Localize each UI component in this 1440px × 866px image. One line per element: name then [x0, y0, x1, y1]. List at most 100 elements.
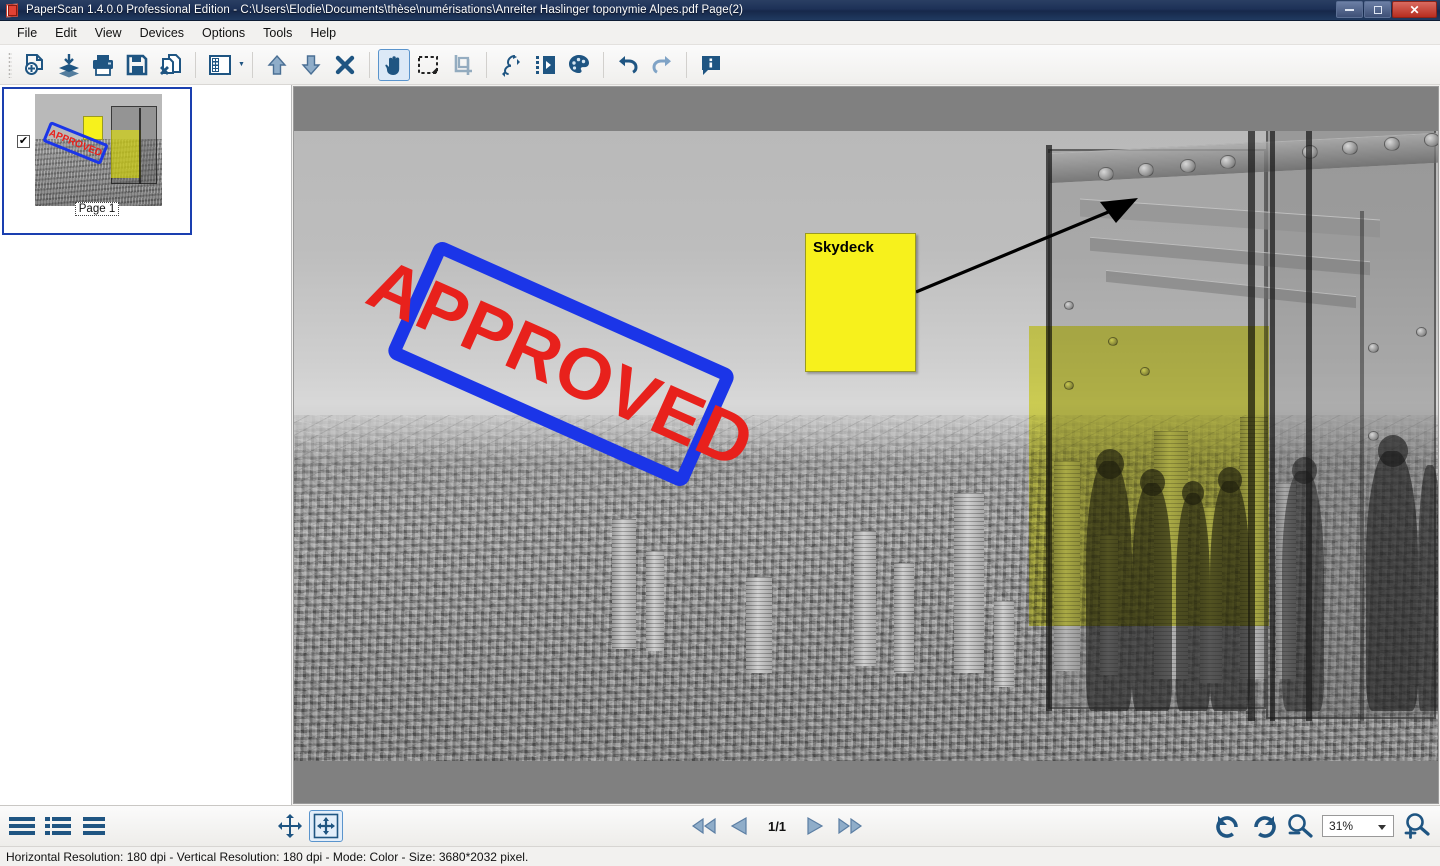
last-page-button[interactable] [833, 810, 867, 842]
bolt [1098, 167, 1114, 181]
page-image[interactable]: Skydeck APPROVED [294, 131, 1438, 761]
menu-help[interactable]: Help [301, 23, 345, 43]
delete-document-button[interactable] [155, 49, 187, 81]
toolbar-separator [251, 51, 253, 78]
arrow-annotation[interactable] [894, 186, 1154, 316]
layout-view-group: ▼ [203, 49, 245, 81]
move-down-button[interactable] [295, 49, 327, 81]
previous-page-icon [730, 816, 747, 836]
save-button[interactable] [121, 49, 153, 81]
undo-icon [618, 55, 638, 74]
print-icon [93, 54, 113, 76]
color-palette-button[interactable] [563, 49, 595, 81]
page-effects-button[interactable] [529, 49, 561, 81]
acquire-new-document-button[interactable] [19, 49, 51, 81]
view-mode-list-button[interactable] [5, 810, 39, 842]
fit-to-window-icon [313, 813, 339, 839]
maximize-icon [1373, 5, 1382, 14]
toolbar-separator [195, 51, 196, 78]
toolbar-grip[interactable] [8, 51, 12, 78]
bolt [1384, 137, 1400, 151]
thumbnail-checkbox[interactable]: ✔ [17, 135, 30, 148]
building [746, 577, 772, 673]
person-silhouette [1282, 471, 1324, 711]
fit-actual-size-button[interactable] [273, 810, 307, 842]
layout-view-button[interactable] [204, 49, 236, 81]
paperscan-app-icon [5, 3, 20, 18]
acquire-new-document-icon [25, 53, 43, 75]
minimize-button[interactable] [1336, 1, 1363, 18]
save-icon [126, 54, 148, 75]
undo-button[interactable] [612, 49, 644, 81]
last-page-icon [838, 817, 863, 835]
check-icon: ✔ [18, 135, 29, 147]
menu-tools[interactable]: Tools [254, 23, 301, 43]
thumbnail-item-page-1[interactable]: APPROVED ✔ Page 1 [2, 87, 192, 235]
rotate-left-button[interactable] [1211, 810, 1245, 842]
mullion [1360, 211, 1364, 721]
move-up-button[interactable] [261, 49, 293, 81]
import-layers-button[interactable] [53, 49, 85, 81]
zoom-controls: 31% [1210, 810, 1440, 842]
bolt [1424, 133, 1438, 147]
move-down-icon [301, 54, 321, 75]
menu-options[interactable]: Options [193, 23, 254, 43]
building [854, 531, 876, 666]
maximize-button[interactable] [1364, 1, 1391, 18]
toolbar-separator [602, 51, 604, 78]
person-silhouette [1418, 465, 1438, 711]
toolbar-separator [485, 51, 487, 78]
glass-fitting [1368, 431, 1379, 441]
glass-fitting [1416, 327, 1427, 337]
title-bar: PaperScan 1.4.0.0 Professional Edition -… [0, 0, 1440, 21]
crop-tool-icon [454, 54, 472, 75]
thumbnail-label[interactable]: Page 1 [74, 202, 120, 216]
bottom-toolbar: 1/1 31% [0, 805, 1440, 846]
menu-file[interactable]: File [8, 23, 46, 43]
rotate-right-button[interactable] [1247, 810, 1281, 842]
zoom-out-button[interactable] [1283, 810, 1317, 842]
minimize-icon [1345, 8, 1354, 11]
annotation-info-button[interactable] [695, 49, 727, 81]
first-page-button[interactable] [687, 810, 721, 842]
previous-page-button[interactable] [723, 810, 757, 842]
status-text: Horizontal Resolution: 180 dpi - Vertica… [6, 849, 529, 864]
main-toolbar: ▼ [0, 45, 1440, 85]
zoom-level-combobox[interactable]: 31% [1322, 815, 1395, 837]
close-button[interactable]: ✕ [1392, 1, 1437, 18]
thumbnail-pane[interactable]: APPROVED ✔ Page 1 [0, 85, 292, 805]
note-annotation[interactable]: Skydeck [805, 233, 916, 372]
status-bar: Horizontal Resolution: 180 dpi - Vertica… [0, 846, 1440, 866]
building [646, 551, 664, 651]
document-viewer[interactable]: Skydeck APPROVED [292, 85, 1440, 805]
crop-tool-button[interactable] [446, 49, 478, 81]
delete-page-button[interactable] [329, 49, 361, 81]
building [894, 563, 914, 673]
redo-button[interactable] [646, 49, 678, 81]
bolt [1180, 159, 1196, 173]
person-head [1378, 435, 1408, 467]
menu-view[interactable]: View [86, 23, 131, 43]
rectangle-select-tool-button[interactable] [412, 49, 444, 81]
hand-pan-tool-icon [385, 55, 400, 75]
deskew-rotate-icon [501, 54, 520, 77]
zoom-in-button[interactable] [1399, 810, 1433, 842]
fit-actual-size-icon [278, 814, 302, 838]
viewer-canvas[interactable]: Skydeck APPROVED [293, 86, 1439, 804]
deskew-rotate-button[interactable] [495, 49, 527, 81]
thumbnail-label-wrap: Page 1 [4, 199, 190, 217]
view-mode-thumbnails-icon [83, 817, 105, 835]
chevron-down-icon[interactable] [1378, 825, 1387, 830]
view-mode-details-button[interactable] [41, 810, 75, 842]
view-mode-thumbnails-button[interactable] [77, 810, 111, 842]
bolt [1220, 155, 1236, 169]
menu-devices[interactable]: Devices [131, 23, 193, 43]
mullion [1270, 131, 1275, 721]
print-button[interactable] [87, 49, 119, 81]
yellow-highlight-annotation[interactable] [1029, 326, 1269, 626]
chevron-down-icon[interactable]: ▼ [238, 61, 245, 68]
hand-pan-tool-button[interactable] [377, 48, 410, 81]
next-page-button[interactable] [797, 810, 831, 842]
menu-edit[interactable]: Edit [46, 23, 86, 43]
fit-to-window-button[interactable] [309, 810, 343, 842]
